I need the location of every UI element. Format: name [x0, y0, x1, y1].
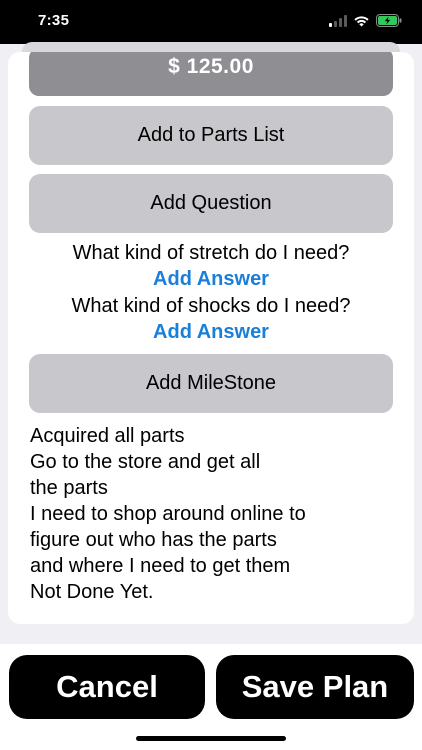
- add-answer-link[interactable]: Add Answer: [8, 266, 414, 292]
- plan-card: $ 125.00 Add to Parts List Add Question …: [8, 52, 414, 624]
- milestone-line: Acquired all parts: [30, 425, 185, 447]
- milestone-list: Acquired all parts Go to the store and g…: [30, 423, 400, 605]
- battery-charging-icon: [376, 14, 402, 27]
- home-indicator[interactable]: [136, 736, 286, 741]
- add-question-button[interactable]: Add Question: [29, 174, 393, 233]
- cancel-button[interactable]: Cancel: [9, 655, 205, 719]
- add-answer-link[interactable]: Add Answer: [8, 319, 414, 345]
- milestone-line: and where I need to get them: [30, 555, 291, 577]
- add-to-parts-list-button[interactable]: Add to Parts List: [29, 106, 393, 165]
- wifi-icon: [354, 15, 369, 26]
- add-milestone-button[interactable]: Add MileStone: [29, 354, 393, 413]
- milestone-line: Not Done Yet.: [30, 581, 154, 603]
- milestone-line: the parts: [30, 477, 108, 499]
- milestone-line: I need to shop around online to: [30, 503, 306, 525]
- milestone-line: figure out who has the parts: [30, 529, 277, 551]
- cellular-signal-icon: [329, 14, 347, 27]
- status-icons: [329, 14, 402, 27]
- question-text: What kind of stretch do I need?: [72, 242, 350, 264]
- bottom-action-bar: Cancel Save Plan: [0, 644, 422, 750]
- price-display: $ 125.00: [29, 52, 393, 96]
- question-text: What kind of shocks do I need?: [71, 295, 351, 317]
- status-bar: 7:35: [0, 0, 422, 44]
- status-time: 7:35: [38, 12, 70, 29]
- save-plan-button[interactable]: Save Plan: [216, 655, 414, 719]
- milestone-line: Go to the store and get all: [30, 451, 261, 473]
